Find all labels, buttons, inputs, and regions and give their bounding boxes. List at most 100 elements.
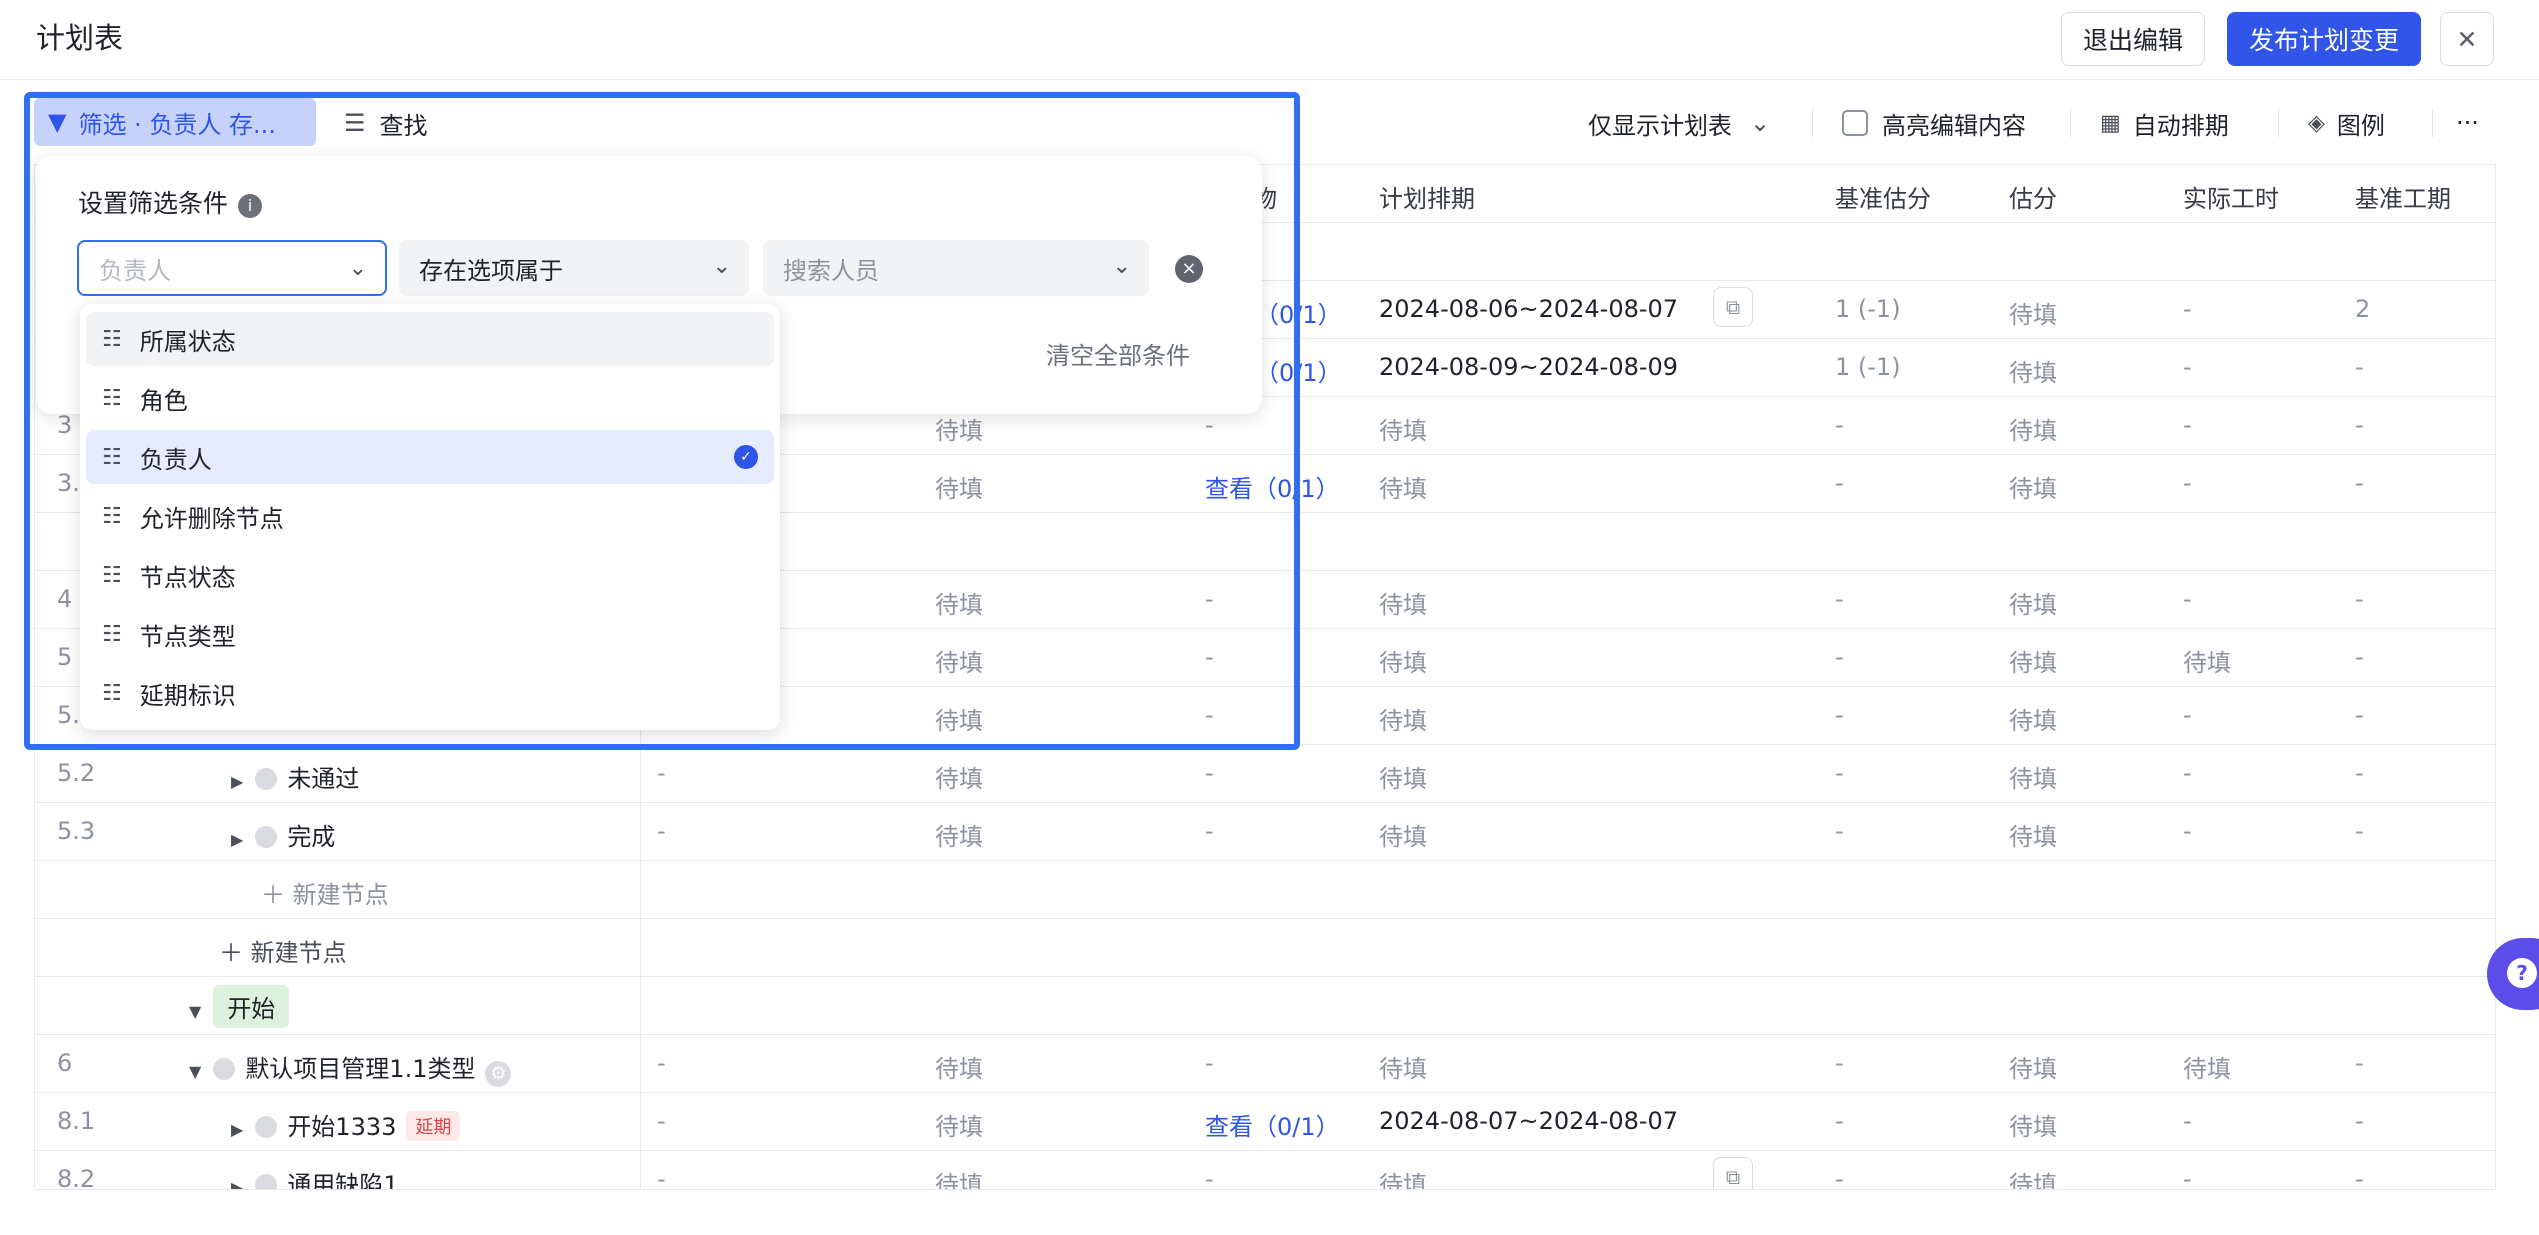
cell-value: -	[657, 1107, 666, 1135]
copy-icon[interactable]: ⧉	[1713, 287, 1753, 327]
highlight-label: 高亮编辑内容	[1882, 111, 2026, 140]
layers-icon: ◈	[2308, 110, 2325, 136]
view-mode-select[interactable]: 仅显示计划表 ⌄	[1588, 100, 1770, 146]
duration-cell: -	[2355, 469, 2364, 497]
base-estimate-cell: -	[1835, 1107, 1844, 1135]
plus-icon: ＋	[219, 939, 251, 967]
duration-cell: -	[2355, 1049, 2364, 1077]
deliverable-cell: -	[1205, 759, 1214, 787]
help-icon: ?	[2507, 958, 2537, 988]
schedule-cell: 待填	[1379, 649, 1427, 677]
cell-value: 待填	[935, 823, 983, 851]
base-estimate-cell: 1 (-1)	[1835, 295, 1901, 323]
base-estimate-cell: -	[1835, 701, 1844, 729]
highlight-edit-toggle[interactable]: 高亮编辑内容	[1842, 100, 2026, 146]
schedule-cell: 2024-08-09~2024-08-09	[1379, 353, 1679, 381]
base-estimate-cell: 1 (-1)	[1835, 353, 1901, 381]
table-row[interactable]: 5.3 ▶ 完成 - 待填 - 待填 - 待填 - -	[35, 803, 2495, 861]
estimate-cell: 待填	[2009, 591, 2057, 619]
row-number: 8.1	[57, 1107, 96, 1135]
actual-cell: 待填	[2183, 1055, 2231, 1083]
group-header[interactable]: ▼ 开始	[189, 985, 290, 1028]
col-estimate: 估分	[2009, 185, 2057, 213]
deliverable-cell: -	[1205, 817, 1214, 845]
duration-cell: -	[2355, 1107, 2364, 1135]
node-name[interactable]: ▶ 通用缺陷1	[231, 1165, 399, 1189]
page-header: 计划表 退出编辑 发布计划变更 ✕	[0, 0, 2539, 80]
toolbar-divider	[1812, 109, 1813, 137]
node-name[interactable]: ▶ 开始1333 延期	[231, 1107, 461, 1142]
node-label: 开始1333	[287, 1113, 397, 1141]
duration-cell: -	[2355, 643, 2364, 671]
add-node-button[interactable]: ＋ 新建节点	[219, 933, 347, 968]
node-label: 默认项目管理1.1类型	[245, 1055, 476, 1083]
estimate-cell: 待填	[2009, 475, 2057, 503]
table-row[interactable]: 5.2 ▶ 未通过 - 待填 - 待填 - 待填 - -	[35, 745, 2495, 803]
schedule-cell: 待填	[1379, 475, 1427, 503]
schedule-cell: 待填	[1379, 1055, 1427, 1083]
schedule-cell: 待填	[1379, 823, 1427, 851]
row-number: 5.2	[57, 759, 96, 787]
cell-value: 待填	[935, 1113, 983, 1141]
cell-value: 待填	[935, 1171, 983, 1190]
table-row: ＋ 新建节点	[35, 919, 2495, 977]
duration-cell: -	[2355, 411, 2364, 439]
highlight-checkbox[interactable]	[1842, 110, 1868, 136]
estimate-cell: 待填	[2009, 301, 2057, 329]
schedule-cell: 待填	[1379, 707, 1427, 735]
estimate-cell: 待填	[2009, 1055, 2057, 1083]
node-label: 未通过	[287, 765, 360, 793]
base-estimate-cell: -	[1835, 643, 1844, 671]
deliverable-cell: -	[1205, 1165, 1214, 1190]
caret-right-icon[interactable]: ▶	[231, 1178, 243, 1189]
deliverable-link[interactable]: 查看（0/1）	[1205, 1107, 1340, 1142]
table-row[interactable]: 6 ▼ 默认项目管理1.1类型 ⚙ - 待填 - 待填 - 待填 待填 -	[35, 1035, 2495, 1093]
table-row[interactable]: ▼ 开始	[35, 977, 2495, 1035]
add-node-button[interactable]: ＋ 新建节点	[261, 875, 389, 910]
duration-cell: -	[2355, 759, 2364, 787]
more-icon[interactable]: ···	[2456, 100, 2479, 146]
exit-edit-button[interactable]: 退出编辑	[2061, 12, 2205, 66]
status-dot-icon	[213, 1058, 236, 1080]
add-node-label: 新建节点	[250, 939, 347, 967]
duration-cell: -	[2355, 701, 2364, 729]
node-name[interactable]: ▶ 完成	[231, 817, 335, 852]
caret-down-icon[interactable]: ▼	[189, 1002, 201, 1021]
schedule-cell: 待填	[1379, 765, 1427, 793]
actual-cell: -	[2183, 411, 2192, 439]
cell-value: -	[657, 1165, 666, 1190]
caret-down-icon[interactable]: ▼	[189, 1062, 201, 1081]
caret-right-icon[interactable]: ▶	[231, 830, 243, 849]
caret-right-icon[interactable]: ▶	[231, 772, 243, 791]
caret-right-icon[interactable]: ▶	[231, 1120, 243, 1139]
estimate-cell: 待填	[2009, 1171, 2057, 1190]
col-base-estimate: 基准估分	[1835, 185, 1931, 213]
actual-cell: 待填	[2183, 649, 2231, 677]
auto-schedule-button[interactable]: ▦ 自动排期	[2100, 100, 2229, 146]
base-estimate-cell: -	[1835, 1049, 1844, 1077]
schedule-cell: 2024-08-07~2024-08-07	[1379, 1107, 1679, 1135]
cell-value: -	[657, 759, 666, 787]
node-name[interactable]: ▶ 未通过	[231, 759, 359, 794]
type-setting-icon[interactable]: ⚙	[485, 1061, 512, 1087]
actual-cell: -	[2183, 701, 2192, 729]
estimate-cell: 待填	[2009, 707, 2057, 735]
duration-cell: -	[2355, 585, 2364, 613]
legend-button[interactable]: ◈ 图例	[2308, 100, 2385, 146]
status-dot-icon	[255, 1116, 278, 1138]
actual-cell: -	[2183, 1107, 2192, 1135]
actual-cell: -	[2183, 1165, 2192, 1190]
estimate-cell: 待填	[2009, 649, 2057, 677]
copy-icon[interactable]: ⧉	[1713, 1157, 1753, 1189]
base-estimate-cell: -	[1835, 469, 1844, 497]
publish-plan-button[interactable]: 发布计划变更	[2227, 12, 2421, 66]
close-icon[interactable]: ✕	[2440, 12, 2494, 66]
estimate-cell: 待填	[2009, 1113, 2057, 1141]
duration-cell: 2	[2355, 295, 2371, 323]
estimate-cell: 待填	[2009, 765, 2057, 793]
table-row[interactable]: 8.1 ▶ 开始1333 延期 - 待填 查看（0/1） 2024-08-07~20…	[35, 1093, 2495, 1151]
table-row[interactable]: 8.2 ▶ 通用缺陷1 - 待填 - 待填 ⧉ - 待填 - -	[35, 1151, 2495, 1190]
actual-cell: -	[2183, 817, 2192, 845]
node-name[interactable]: ▼ 默认项目管理1.1类型 ⚙	[189, 1049, 512, 1087]
cell-value: -	[657, 1049, 666, 1077]
